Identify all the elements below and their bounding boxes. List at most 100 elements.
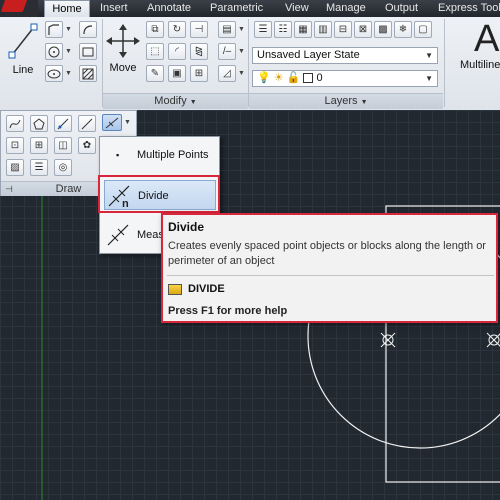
spline-icon [9, 119, 21, 128]
line-button[interactable]: Line [6, 21, 40, 79]
ellipse-button[interactable] [45, 65, 63, 82]
hatch-icon [82, 68, 94, 79]
tooltip-help: Press F1 for more help [168, 305, 288, 317]
tab-annotate[interactable]: Annotate [147, 0, 191, 17]
scale-button[interactable]: ✎ [146, 65, 164, 82]
arc-button[interactable] [79, 21, 97, 38]
tab-insert[interactable]: Insert [100, 0, 128, 17]
point-dropdown-icon[interactable]: ▼ [124, 114, 131, 131]
move-button[interactable]: Move [106, 23, 140, 81]
explode-icon: /– [222, 46, 232, 57]
polyline-dropdown-icon[interactable]: ▼ [65, 21, 72, 38]
multiline-text-label[interactable]: Multiline [460, 59, 500, 71]
text-button[interactable]: A [474, 17, 499, 61]
tab-express-tools[interactable]: Express Tools [438, 0, 500, 17]
circle-button[interactable] [45, 43, 63, 60]
edit-polyline-icon: ◿ [223, 68, 231, 79]
edit-polyline-button[interactable]: ◿ [218, 65, 236, 82]
layer-previous-button[interactable]: ⊠ [354, 21, 372, 38]
fillet-button[interactable]: ◜ [168, 43, 186, 60]
layer-match-icon: ⊟ [338, 24, 348, 35]
tooltip-title: Divide [168, 220, 205, 234]
tab-manage[interactable]: Manage [326, 0, 366, 17]
copy-button[interactable]: ⧉ [146, 21, 164, 38]
trim-button[interactable]: ⊣ [190, 21, 208, 38]
stretch-button[interactable]: ⬚ [146, 43, 164, 60]
layer-select[interactable]: 💡 ☀ 🔓 0 ▼ [252, 70, 438, 87]
point-marker-icon [380, 332, 500, 348]
erase-button[interactable]: ▤ [218, 21, 236, 38]
command-icon [168, 284, 182, 295]
polyline-icon [48, 23, 59, 35]
sun-icon: ☀ [273, 72, 284, 84]
mirror-icon: ⧎ [194, 46, 204, 57]
bulb-icon: 💡 [257, 72, 271, 84]
layers-title: Layers [324, 95, 358, 107]
application-menu-button[interactable] [0, 0, 38, 17]
offset-button[interactable]: ⊞ [190, 65, 208, 82]
chevron-down-icon: ▼ [425, 74, 433, 83]
construction-line-button[interactable] [78, 115, 96, 132]
layer-properties-button[interactable]: ☰ [254, 21, 272, 38]
revision-cloud-button[interactable]: ✿ [78, 137, 96, 154]
layer-properties-icon: ☰ [258, 24, 268, 35]
rectangle-button[interactable] [79, 43, 97, 60]
move-icon [106, 24, 140, 58]
layers-panel-title[interactable]: Layers ▼ [249, 93, 443, 109]
revision-cloud-icon: ✿ [82, 140, 92, 151]
layer-unisolate-icon: ▥ [318, 24, 328, 35]
layer-state-select[interactable]: Unsaved Layer State ▼ [252, 47, 438, 64]
layer-lock-icon: ▢ [418, 24, 428, 35]
hatch-button[interactable] [79, 65, 97, 82]
layer-unisolate-button[interactable]: ▥ [314, 21, 332, 38]
scale-icon: ✎ [150, 68, 160, 79]
wipeout-button[interactable]: ☰ [30, 159, 48, 176]
point-button[interactable] [102, 114, 122, 131]
polygon-button[interactable] [30, 115, 48, 132]
gradient-icon: ▨ [10, 162, 20, 173]
stretch-icon: ⬚ [150, 46, 160, 57]
donut-button[interactable]: ◎ [54, 159, 72, 176]
boundary-icon: ◫ [58, 140, 68, 151]
rotate-icon: ↻ [172, 24, 182, 35]
measure-icon [107, 224, 129, 246]
rectangle-icon [82, 47, 94, 56]
erase-dropdown-icon[interactable]: ▼ [238, 21, 245, 38]
explode-button[interactable]: /– [218, 43, 236, 60]
modify-panel-title[interactable]: Modify ▼ [103, 93, 248, 109]
spline-button[interactable] [6, 115, 24, 132]
table-button[interactable]: ⊞ [30, 137, 48, 154]
tab-view[interactable]: View [285, 0, 309, 17]
polyline-button[interactable] [45, 21, 63, 38]
layer-freeze-button[interactable]: ❄ [394, 21, 412, 38]
divide-label: Divide [138, 190, 169, 202]
layer-lock-button[interactable]: ▢ [414, 21, 432, 38]
tab-output[interactable]: Output [385, 0, 418, 17]
layer-walk-button[interactable]: ▩ [374, 21, 392, 38]
layer-match-button[interactable]: ⊟ [334, 21, 352, 38]
array-button[interactable]: ▣ [168, 65, 186, 82]
gradient-button[interactable]: ▨ [6, 159, 24, 176]
layer-state-button[interactable]: ☷ [274, 21, 292, 38]
line-label: Line [12, 64, 34, 76]
ellipse-dropdown-icon[interactable]: ▼ [65, 65, 72, 82]
explode-dropdown-icon[interactable]: ▼ [238, 43, 245, 60]
pin-icon[interactable]: ⊣ [5, 182, 13, 196]
edit-polyline-dropdown-icon[interactable]: ▼ [238, 65, 245, 82]
rotate-button[interactable]: ↻ [168, 21, 186, 38]
region-button[interactable]: ⊡ [6, 137, 24, 154]
ribbon-tab-bar: Home Insert Annotate Parametric View Man… [0, 0, 500, 17]
layer-isolate-button[interactable]: ▦ [294, 21, 312, 38]
tab-parametric[interactable]: Parametric [210, 0, 263, 17]
chevron-down-icon: ▼ [425, 51, 433, 60]
layer-current-value: 0 [316, 72, 323, 84]
multiple-points-label: Multiple Points [137, 149, 209, 161]
divide-item[interactable]: n Divide [104, 180, 216, 210]
boundary-button[interactable]: ◫ [54, 137, 72, 154]
ray-button[interactable] [54, 115, 72, 132]
table-icon: ⊞ [34, 140, 44, 151]
multiple-points-item[interactable]: ▪ Multiple Points [104, 140, 216, 170]
circle-dropdown-icon[interactable]: ▼ [65, 43, 72, 60]
tab-home[interactable]: Home [44, 0, 90, 17]
mirror-button[interactable]: ⧎ [190, 43, 208, 60]
